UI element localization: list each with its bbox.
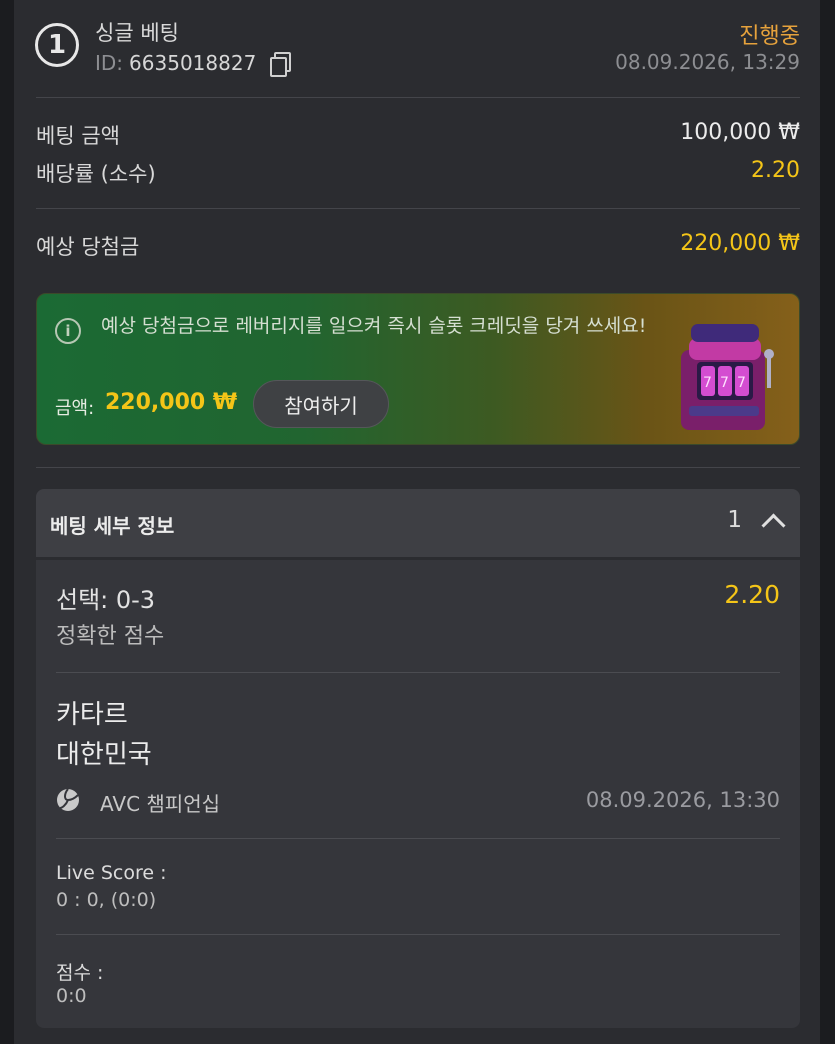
divider bbox=[36, 467, 800, 468]
stake-value: 100,000 ₩ bbox=[680, 120, 800, 145]
stake-label: 베팅 금액 bbox=[36, 124, 120, 148]
promo-banner: i 예상 당첨금으로 레버리지를 일으켜 즉시 슬롯 크레딧을 당겨 쓰세요! … bbox=[36, 293, 800, 445]
divider bbox=[56, 838, 780, 839]
team-away: 대한민국 bbox=[56, 740, 152, 770]
chevron-up-icon[interactable] bbox=[761, 513, 786, 538]
divider bbox=[56, 672, 780, 673]
svg-text:7: 7 bbox=[720, 375, 729, 391]
bet-details-title: 베팅 세부 정보 bbox=[50, 514, 175, 538]
join-button[interactable]: 참여하기 bbox=[253, 380, 389, 428]
score-label: 점수 : bbox=[56, 962, 104, 984]
bet-datetime: 08.09.2026, 13:29 bbox=[615, 50, 800, 74]
promo-text: 예상 당첨금으로 레버리지를 일으켜 즉시 슬롯 크레딧을 당겨 쓰세요! bbox=[101, 315, 647, 337]
bet-details-header[interactable]: 베팅 세부 정보 1 bbox=[36, 489, 800, 557]
info-icon: i bbox=[55, 318, 81, 344]
live-score-label: Live Score : bbox=[56, 862, 167, 884]
bet-details-count: 1 bbox=[727, 507, 742, 533]
live-score-value: 0 : 0, (0:0) bbox=[56, 889, 157, 911]
payout-label: 예상 당첨금 bbox=[36, 235, 140, 259]
divider bbox=[56, 934, 780, 935]
match-time: 08.09.2026, 13:30 bbox=[585, 788, 780, 812]
team-home: 카타르 bbox=[56, 700, 128, 730]
bet-card: 1 싱글 베팅 ID: 6635018827 진행중 08.09.2026, 1… bbox=[14, 0, 820, 1044]
svg-text:7: 7 bbox=[703, 375, 712, 391]
volleyball-icon bbox=[57, 788, 79, 811]
promo-amount-label: 금액: bbox=[55, 398, 95, 419]
score-value: 0:0 bbox=[56, 985, 87, 1007]
copy-icon[interactable] bbox=[270, 52, 292, 77]
market-name: 정확한 점수 bbox=[56, 624, 165, 649]
odds-value: 2.20 bbox=[751, 158, 800, 183]
divider bbox=[36, 208, 800, 209]
selection-label: 선택: 0-3 bbox=[56, 586, 156, 614]
svg-text:7: 7 bbox=[737, 375, 746, 391]
bet-id-value: 6635018827 bbox=[129, 51, 257, 75]
selection-odds: 2.20 bbox=[724, 580, 780, 609]
payout-value: 220,000 ₩ bbox=[680, 231, 800, 256]
odds-label: 배당률 (소수) bbox=[36, 162, 156, 186]
divider bbox=[36, 97, 800, 98]
bet-id-row: ID: 6635018827 bbox=[95, 51, 292, 77]
league-name: AVC 챔피언십 bbox=[100, 792, 221, 816]
bet-type-title: 싱글 베팅 bbox=[95, 21, 179, 45]
bet-number: 1 bbox=[47, 30, 67, 60]
status-badge: 진행중 bbox=[739, 24, 800, 49]
bet-id-label: ID: bbox=[95, 51, 124, 75]
slot-machine-icon: 7 7 7 bbox=[681, 324, 774, 430]
promo-amount-value: 220,000 ₩ bbox=[105, 390, 238, 415]
bet-number-icon: 1 bbox=[35, 23, 79, 67]
bet-details-body: 선택: 0-3 2.20 정확한 점수 카타르 대한민국 AVC 챔피언십 08… bbox=[36, 560, 800, 1028]
